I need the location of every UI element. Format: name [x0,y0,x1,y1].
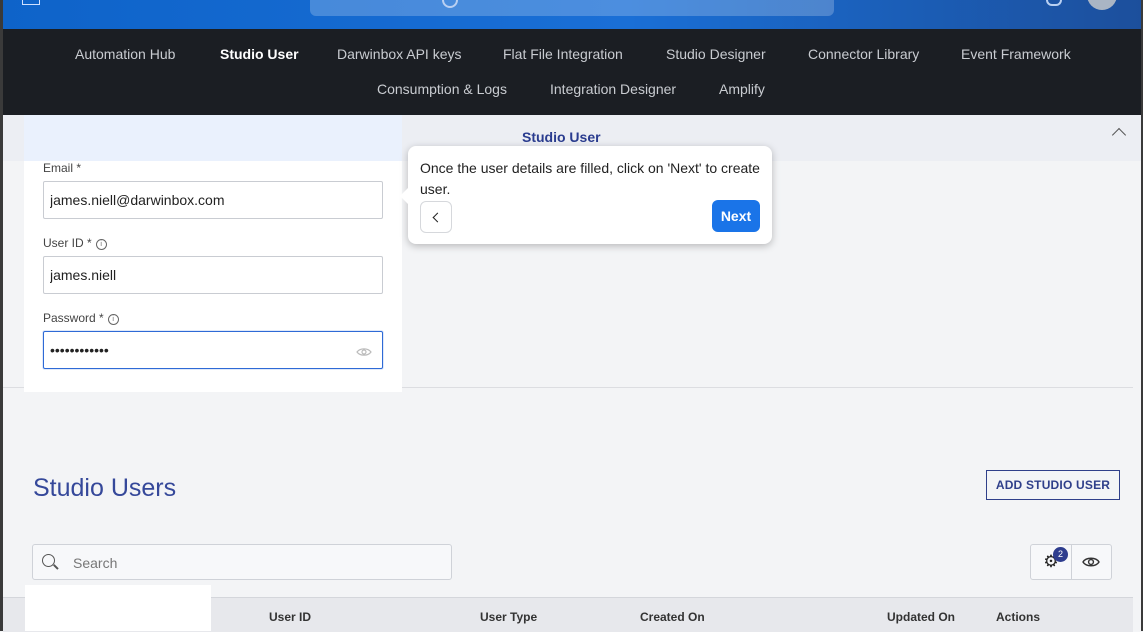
nav-integration-designer[interactable]: Integration Designer [550,81,676,97]
password-input[interactable] [48,332,352,368]
password-label: Password * i [43,311,119,325]
app-header [0,0,1143,29]
userid-label: User ID * i [43,236,107,250]
password-field[interactable] [43,331,383,369]
table-tools: ⚙ 2 [1030,544,1112,580]
tour-back-button[interactable] [420,201,452,233]
column-header-user-type[interactable]: User Type [480,610,537,624]
nav-darwinbox-api-keys[interactable]: Darwinbox API keys [337,46,462,62]
column-header-user-id[interactable]: User ID [269,610,311,624]
nav-amplify[interactable]: Amplify [719,81,765,97]
nav-automation-hub[interactable]: Automation Hub [75,46,175,62]
userid-input[interactable] [48,257,352,293]
column-header-updated-on[interactable]: Updated On [887,610,955,624]
avatar[interactable] [1087,0,1117,10]
create-user-form: Email * User ID *i Password *i [24,115,402,392]
tour-message: Once the user details are filled, click … [420,160,760,197]
show-password-eye-icon[interactable] [356,344,372,362]
module-navigation: Automation Hub Studio User Darwinbox API… [0,29,1143,115]
tool-separator [1071,545,1072,579]
tour-next-button[interactable]: Next [712,200,760,232]
filter-count-badge: 2 [1053,547,1068,562]
nav-event-framework[interactable]: Event Framework [961,46,1071,62]
userid-label-text: User ID * [43,236,92,250]
list-title: Studio Users [33,474,177,502]
search-icon [42,554,55,567]
column-header-created-on[interactable]: Created On [640,610,705,624]
email-label-text: Email * [43,161,82,175]
search-icon [442,0,458,8]
password-label-text: Password * [43,311,104,325]
window-frame-left [0,0,3,631]
global-search-input[interactable] [310,0,834,16]
column-header-actions: Actions [996,610,1041,624]
table-header-checkbox-cell [25,585,211,631]
nav-connector-library[interactable]: Connector Library [808,46,919,62]
email-field[interactable] [43,181,383,219]
section-title: Studio User [522,129,601,145]
eye-icon[interactable] [1082,555,1100,573]
email-label: Email * [43,161,81,175]
nav-studio-designer[interactable]: Studio Designer [666,46,766,62]
nav-consumption-logs[interactable]: Consumption & Logs [377,81,507,97]
add-studio-user-button[interactable]: ADD STUDIO USER [986,470,1120,500]
list-search-box[interactable] [32,544,452,581]
list-search-input[interactable] [71,545,445,581]
nav-flat-file-integration[interactable]: Flat File Integration [503,46,623,62]
info-icon[interactable]: i [107,314,119,325]
info-icon[interactable]: i [95,239,107,250]
chevron-left-icon [432,212,443,222]
notification-icon[interactable] [1046,0,1062,6]
app-menu-icon[interactable] [22,0,40,5]
chevron-up-icon[interactable] [1111,127,1127,143]
userid-field[interactable] [43,256,383,294]
tour-tooltip: Once the user details are filled, click … [400,146,772,244]
nav-studio-user[interactable]: Studio User [220,46,299,62]
email-input[interactable] [48,182,352,218]
form-top-strip [24,115,402,161]
